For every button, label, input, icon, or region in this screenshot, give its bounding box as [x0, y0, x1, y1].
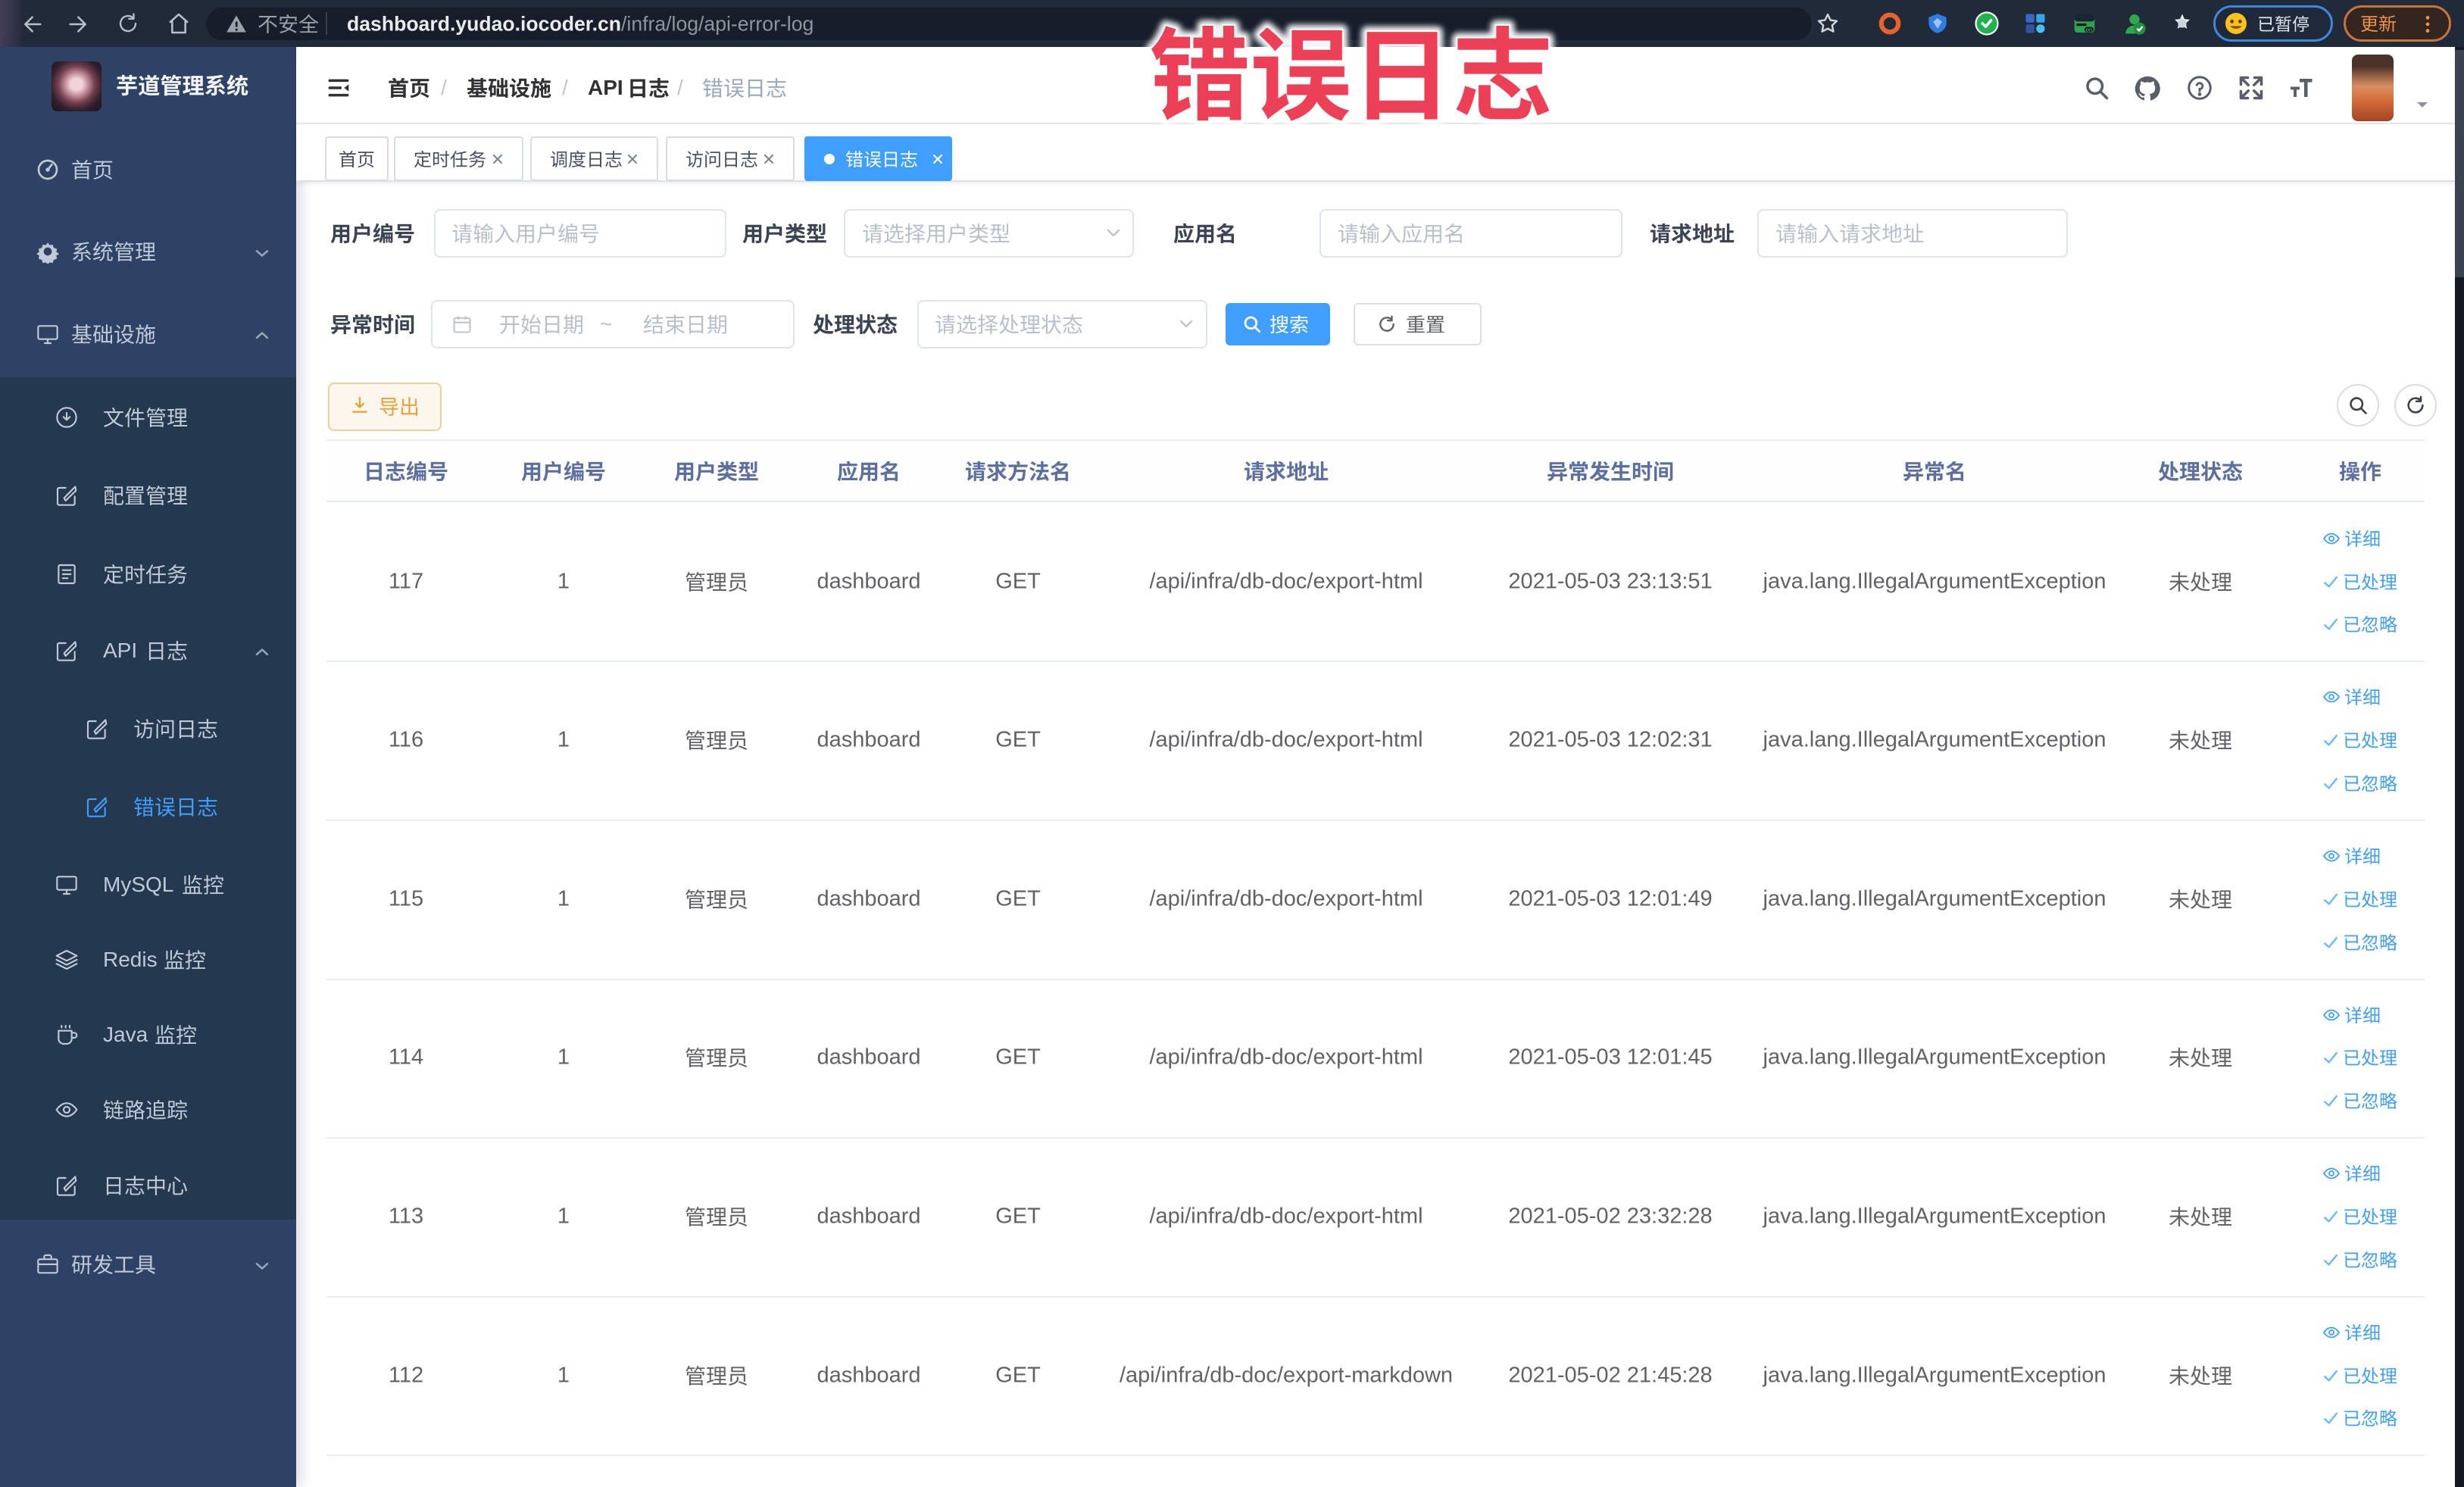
- svg-text:on: on: [2086, 26, 2092, 33]
